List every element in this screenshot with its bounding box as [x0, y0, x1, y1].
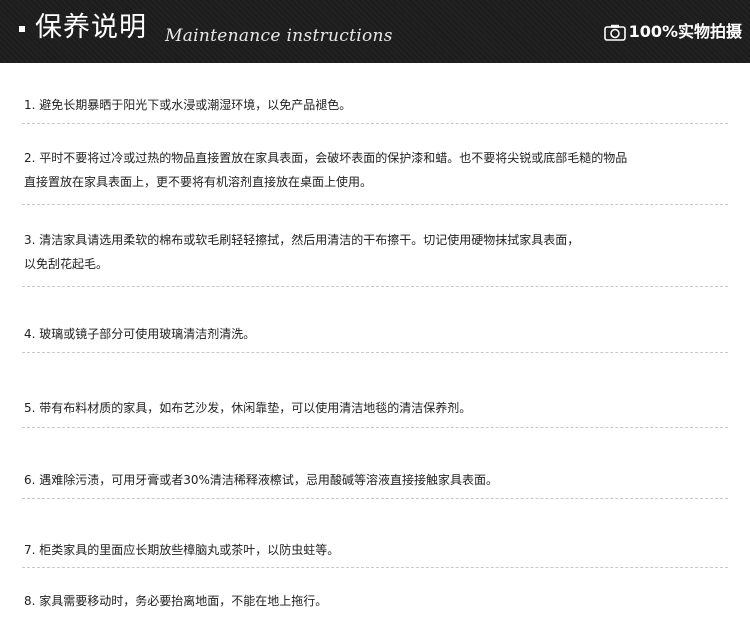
divider — [22, 427, 728, 428]
instruction-text: 4. 玻璃或镜子部分可使用玻璃清洁剂清洗。 — [24, 327, 256, 341]
instruction-text: 2. 平时不要将过冷或过热的物品直接置放在家具表面，会破坏表面的保护漆和蜡。也不… — [24, 151, 628, 165]
instruction-text: 6. 遇难除污渍，可用牙膏或者30%清洁稀释液檫试，忌用酸碱等溶液直接接触家具表… — [24, 473, 498, 487]
instruction-text: 7. 柜类家具的里面应长期放些樟脑丸或茶叶，以防虫蛀等。 — [24, 543, 340, 557]
divider — [22, 352, 728, 353]
bullet-square-icon — [19, 26, 25, 32]
instruction-text: 1. 避免长期暴晒于阳光下或水浸或潮湿环境，以免产品褪色。 — [24, 98, 352, 112]
divider — [22, 567, 728, 568]
instruction-item-1: 1. 避免长期暴晒于阳光下或水浸或潮湿环境，以免产品褪色。 — [24, 93, 734, 117]
instruction-text: 以免刮花起毛。 — [24, 257, 109, 271]
instruction-item-6: 6. 遇难除污渍，可用牙膏或者30%清洁稀释液檫试，忌用酸碱等溶液直接接触家具表… — [24, 468, 734, 492]
instruction-item-4: 4. 玻璃或镜子部分可使用玻璃清洁剂清洗。 — [24, 322, 734, 346]
instruction-text: 3. 清洁家具请选用柔软的棉布或软毛刷轻轻擦拭，然后用清洁的干布擦干。切记使用硬… — [24, 233, 580, 247]
divider — [22, 204, 728, 205]
instruction-item-7: 7. 柜类家具的里面应长期放些樟脑丸或茶叶，以防虫蛀等。 — [24, 538, 734, 562]
divider — [22, 286, 728, 287]
divider — [22, 498, 728, 499]
instruction-item-8: 8. 家具需要移动时，务必要抬离地面，不能在地上拖行。 — [24, 589, 734, 613]
photo-badge-label: 100%实物拍摄 — [628, 22, 742, 41]
instruction-text: 5. 带有布料材质的家具，如布艺沙发，休闲靠垫，可以使用清洁地毯的清洁保养剂。 — [24, 401, 472, 415]
header-banner: 保养说明 Maintenance instructions 100%实物拍摄 — [0, 0, 750, 63]
instruction-text: 8. 家具需要移动时，务必要抬离地面，不能在地上拖行。 — [24, 594, 328, 608]
instruction-item-5: 5. 带有布料材质的家具，如布艺沙发，休闲靠垫，可以使用清洁地毯的清洁保养剂。 — [24, 396, 734, 420]
instruction-item-3: 3. 清洁家具请选用柔软的棉布或软毛刷轻轻擦拭，然后用清洁的干布擦干。切记使用硬… — [24, 228, 734, 276]
divider — [22, 123, 728, 124]
page-title: 保养说明 — [35, 12, 147, 43]
page-subtitle: Maintenance instructions — [165, 26, 393, 46]
photo-badge: 100%实物拍摄 — [603, 20, 742, 44]
instruction-text: 直接置放在家具表面上，更不要将有机溶剂直接放在桌面上使用。 — [24, 175, 373, 189]
camera-icon — [603, 24, 626, 41]
instruction-item-2: 2. 平时不要将过冷或过热的物品直接置放在家具表面，会破坏表面的保护漆和蜡。也不… — [24, 146, 734, 194]
